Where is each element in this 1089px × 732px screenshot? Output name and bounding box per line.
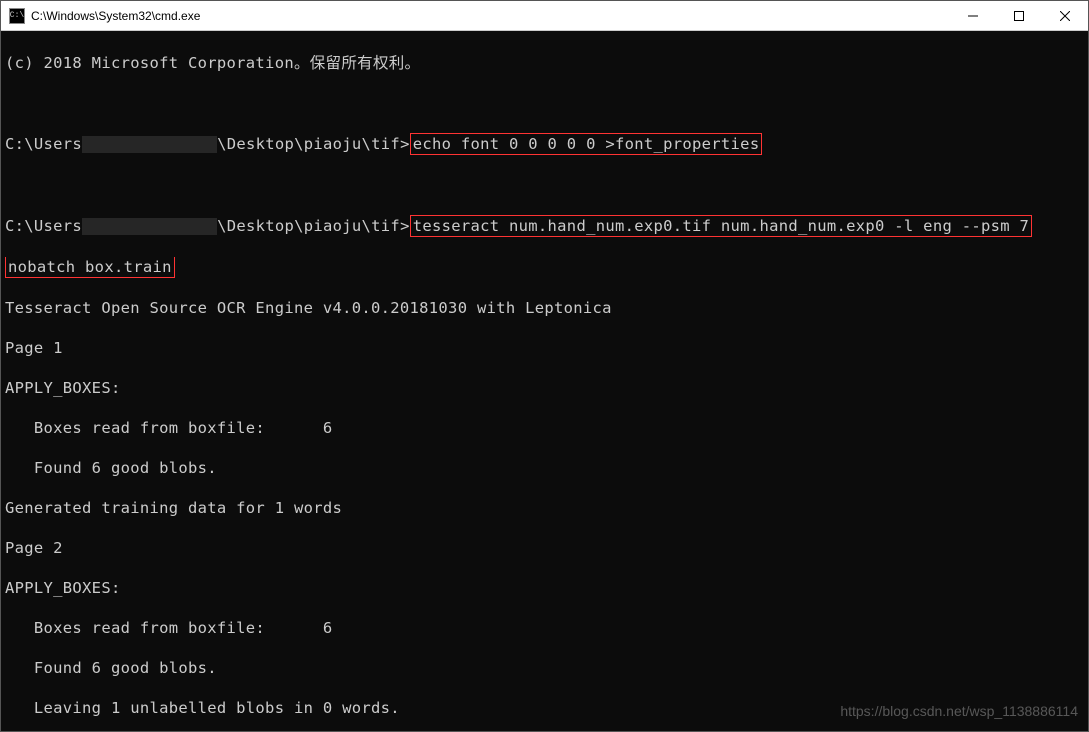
page-line: Page 1 [5,338,1084,358]
prompt: C:\Users [5,135,82,153]
command-highlight: echo font 0 0 0 0 0 >font_properties [410,133,763,155]
cmd-window: C:\ C:\Windows\System32\cmd.exe (c) 2018… [0,0,1089,732]
cmd-icon: C:\ [9,8,25,24]
maximize-button[interactable] [996,1,1042,30]
apply-line: APPLY_BOXES: [5,578,1084,598]
command-highlight: nobatch box.train [5,257,175,278]
page-line: Page 2 [5,538,1084,558]
window-controls [950,1,1088,30]
apply-line: APPLY_BOXES: [5,378,1084,398]
blobs-line: Found 6 good blobs. [5,458,1084,478]
copyright-line: (c) 2018 Microsoft Corporation。保留所有权利。 [5,53,1084,73]
gen-line: Generated training data for 1 words [5,498,1084,518]
redacted-username [82,136,217,153]
boxes-line: Boxes read from boxfile: 6 [5,418,1084,438]
boxes-line: Boxes read from boxfile: 6 [5,618,1084,638]
engine-line: Tesseract Open Source OCR Engine v4.0.0.… [5,298,1084,318]
titlebar[interactable]: C:\ C:\Windows\System32\cmd.exe [1,1,1088,31]
prompt: C:\Users [5,217,82,235]
terminal-output[interactable]: (c) 2018 Microsoft Corporation。保留所有权利。 C… [1,31,1088,731]
watermark: https://blog.csdn.net/wsp_1138886114 [840,701,1078,721]
prompt-path: \Desktop\piaoju\tif> [217,135,410,153]
prompt-path: \Desktop\piaoju\tif> [217,217,410,235]
close-button[interactable] [1042,1,1088,30]
minimize-button[interactable] [950,1,996,30]
redacted-username [82,218,217,235]
command-highlight: tesseract num.hand_num.exp0.tif num.hand… [410,215,1032,237]
blobs-line: Found 6 good blobs. [5,658,1084,678]
window-title: C:\Windows\System32\cmd.exe [31,9,950,23]
